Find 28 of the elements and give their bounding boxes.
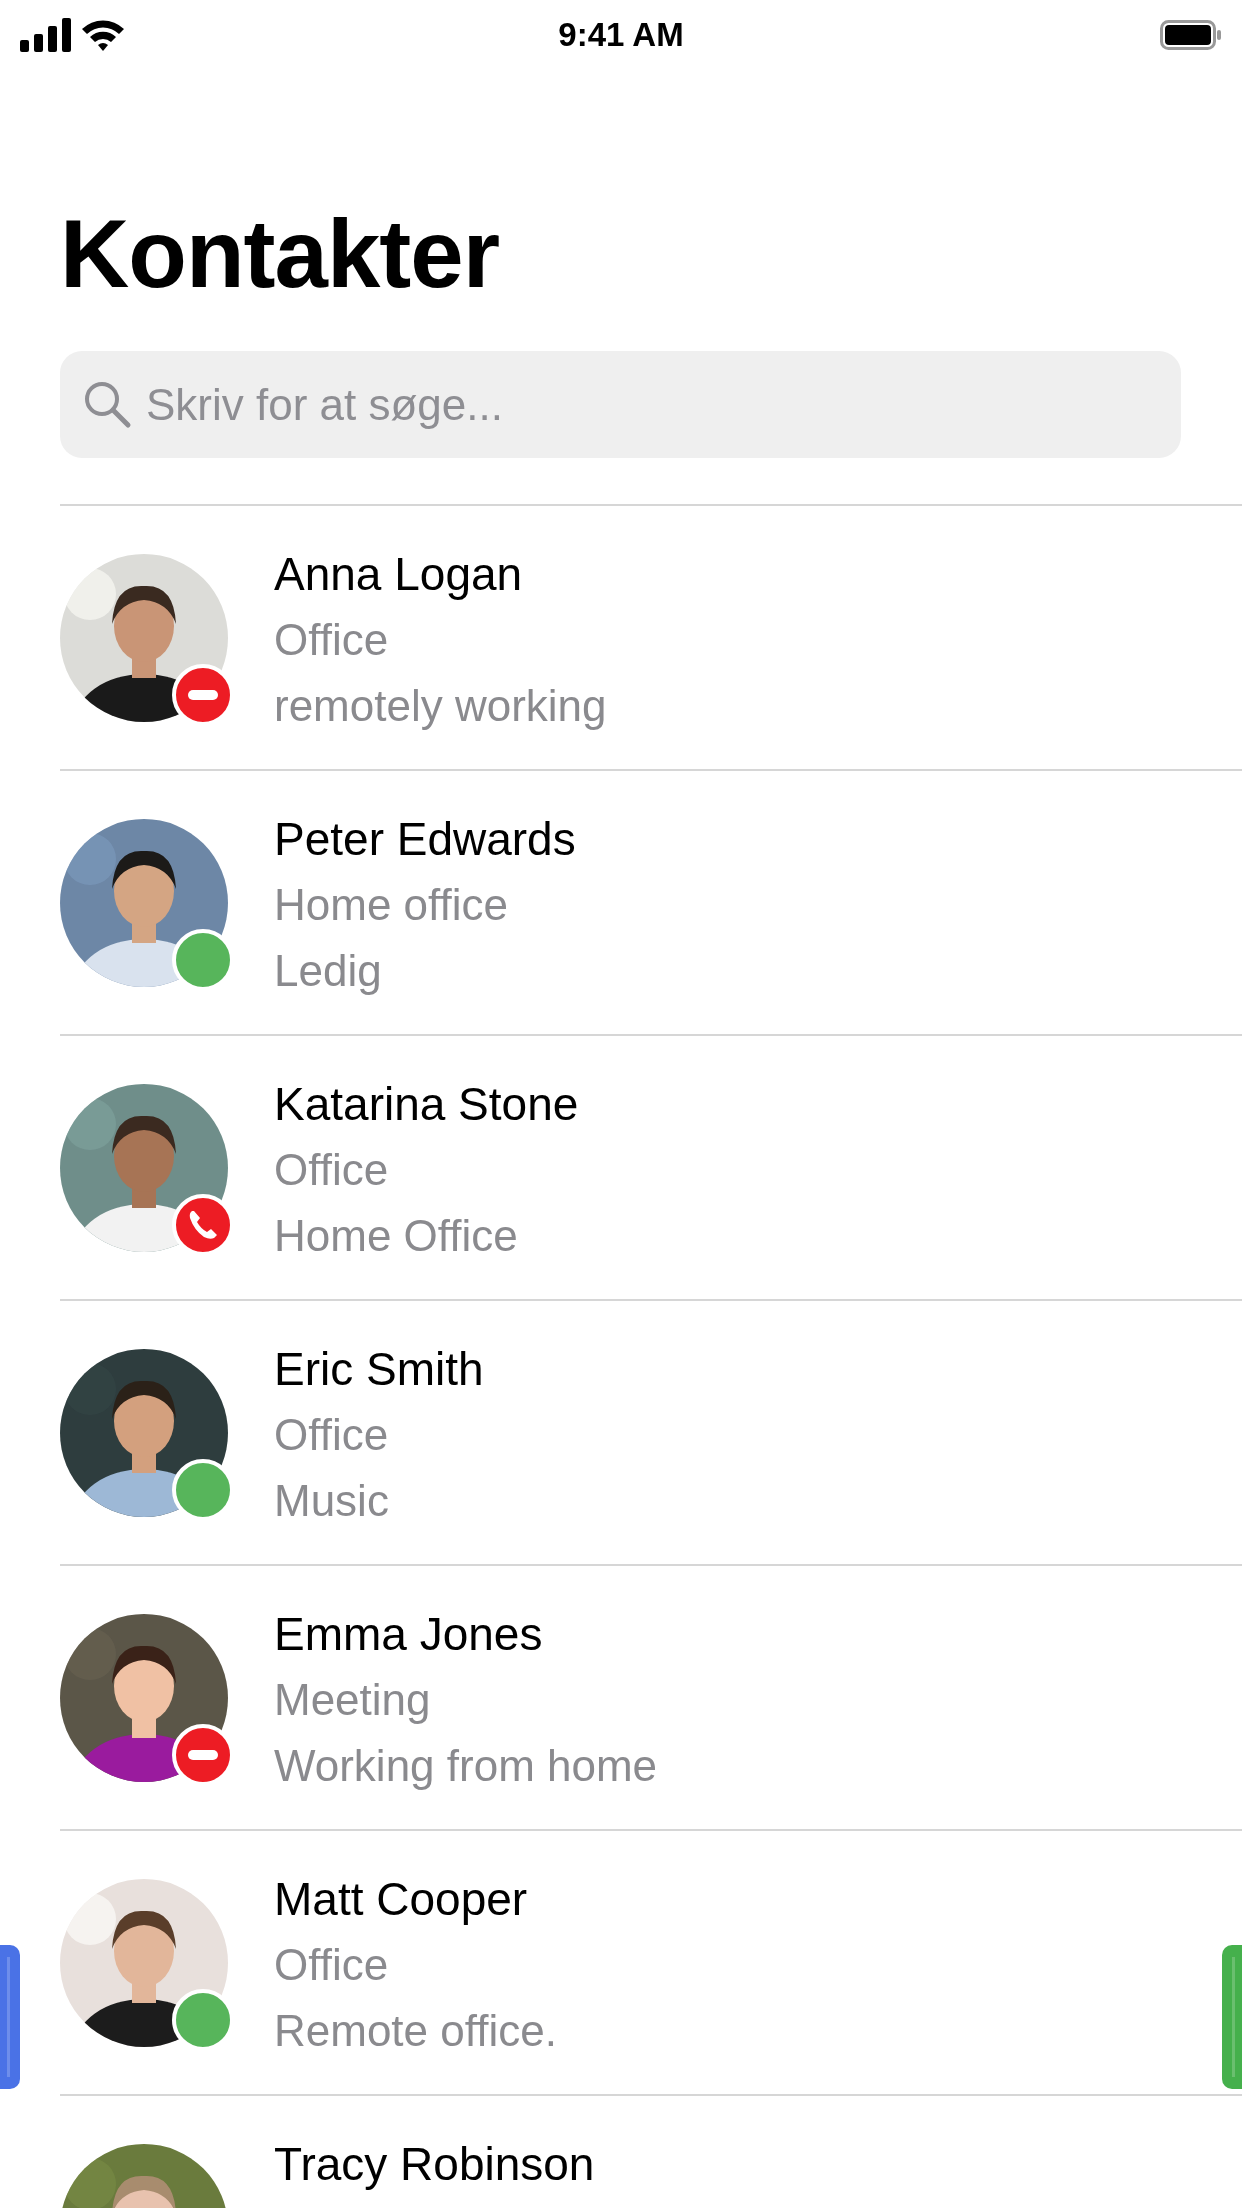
contact-location: Home office (274, 879, 509, 931)
search-field[interactable]: Skriv for at søge... (60, 351, 1181, 458)
contact-name: Tracy Robinson (274, 2137, 595, 2192)
contact-name: Peter Edwards (274, 812, 576, 867)
contact-location: Office (274, 1409, 390, 1461)
signal-icon (20, 18, 72, 52)
contact-location: Office (274, 1144, 390, 1196)
contact-location: Meeting (274, 1674, 432, 1726)
edge-handle[interactable] (1222, 1945, 1242, 2089)
contact-note: Remote office. (274, 2005, 557, 2057)
contact-note: Music (274, 1475, 390, 1527)
contact-name: Anna Logan (274, 547, 524, 602)
page-title: Kontakter (60, 199, 500, 309)
edge-handle[interactable] (0, 1945, 20, 2089)
contact-name: Matt Cooper (274, 1872, 529, 1927)
contact-note: Working from home (274, 1740, 658, 1792)
contact-note: Home Office (274, 1210, 519, 1262)
contact-location: Office (274, 614, 390, 666)
contact-name: Eric Smith (274, 1342, 484, 1397)
contact-note: Ledig (274, 945, 383, 997)
wifi-icon (80, 18, 126, 52)
contact-name: Katarina Stone (274, 1077, 579, 1132)
search-icon (82, 379, 132, 429)
contact-location: Office (274, 1939, 390, 1991)
contact-name: Emma Jones (274, 1607, 544, 1662)
battery-icon (1160, 20, 1222, 50)
contact-note: remotely working (274, 680, 607, 732)
status-time: 9:41 AM (558, 16, 684, 54)
